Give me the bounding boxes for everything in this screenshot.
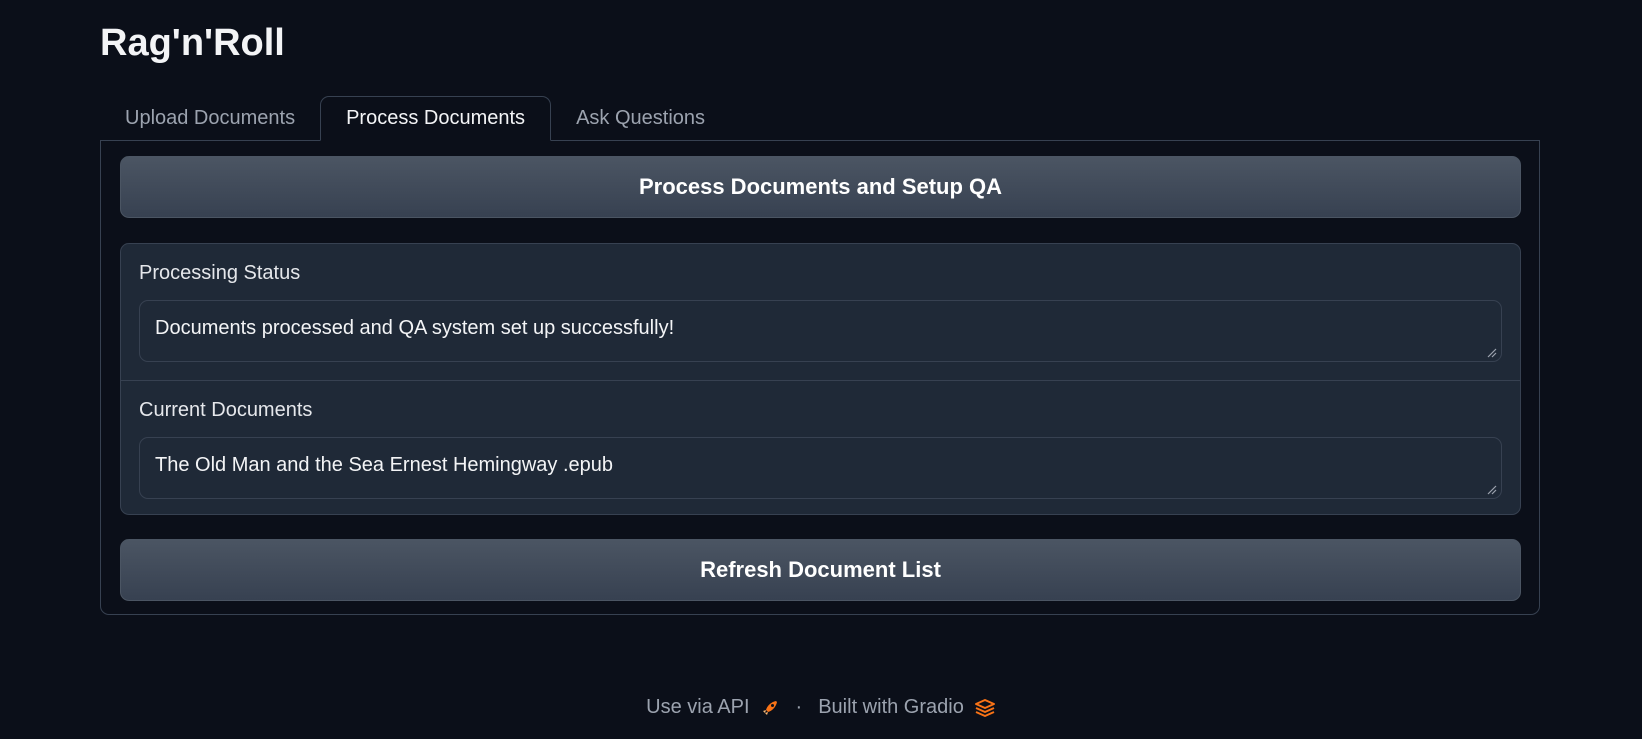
processing-status-block: Processing Status Documents processed an… [121, 244, 1520, 380]
output-group: Processing Status Documents processed an… [120, 243, 1521, 515]
current-documents-textbox[interactable]: The Old Man and the Sea Ernest Hemingway… [139, 437, 1502, 499]
tab-bar: Upload Documents Process Documents Ask Q… [100, 96, 730, 141]
built-with-gradio-link[interactable]: Built with Gradio [818, 696, 996, 719]
gradio-logo-icon [974, 698, 995, 717]
processing-status-label: Processing Status [139, 262, 301, 284]
current-documents-block: Current Documents The Old Man and the Se… [121, 380, 1520, 514]
processing-status-textbox[interactable]: Documents processed and QA system set up… [139, 300, 1502, 362]
tab-upload-documents[interactable]: Upload Documents [100, 96, 320, 141]
tab-process-documents[interactable]: Process Documents [320, 96, 552, 141]
process-documents-panel: Process Documents and Setup QA Processin… [100, 140, 1540, 615]
resize-handle-icon[interactable] [1487, 485, 1497, 495]
rocket-icon [762, 700, 777, 715]
footer: Use via API · Built with Gradio [0, 696, 1642, 719]
app-title: Rag'n'Roll [100, 22, 285, 64]
built-with-gradio-label: Built with Gradio [818, 696, 964, 718]
processing-status-value: Documents processed and QA system set up… [155, 317, 675, 339]
current-documents-value: The Old Man and the Sea Ernest Hemingway… [155, 454, 614, 476]
process-documents-button[interactable]: Process Documents and Setup QA [120, 156, 1521, 218]
use-via-api-label: Use via API [646, 696, 750, 718]
resize-handle-icon[interactable] [1487, 348, 1497, 358]
use-via-api-link[interactable]: Use via API [646, 696, 779, 719]
refresh-document-list-button[interactable]: Refresh Document List [120, 539, 1521, 601]
current-documents-label: Current Documents [139, 399, 313, 421]
footer-separator: · [795, 696, 803, 718]
app-root: Rag'n'Roll Upload Documents Process Docu… [0, 0, 1642, 739]
tab-ask-questions[interactable]: Ask Questions [551, 96, 730, 141]
